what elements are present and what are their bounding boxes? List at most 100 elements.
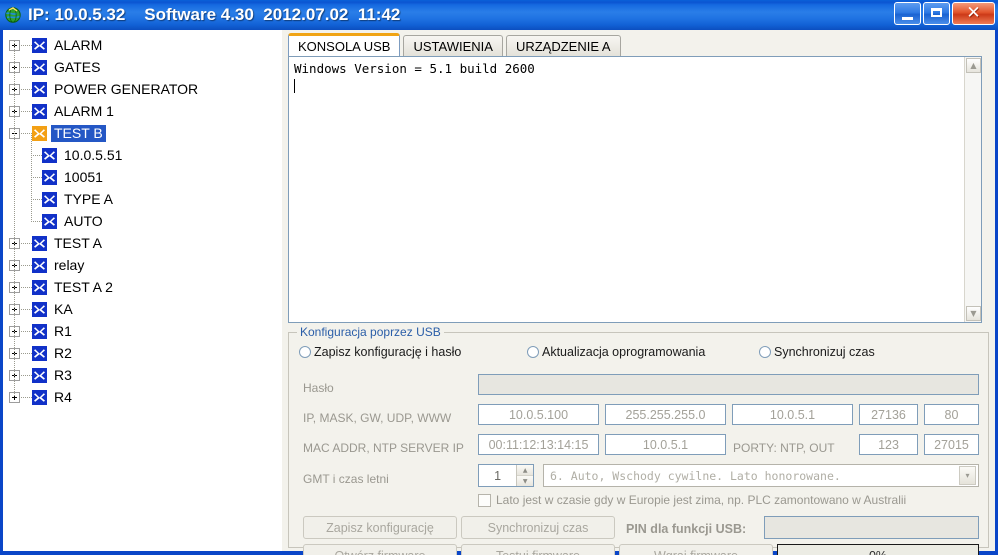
group-title: Konfiguracja poprzez USB bbox=[297, 325, 444, 339]
tree-item-10-0-5-51[interactable]: 10.0.5.51 bbox=[3, 144, 282, 166]
chevron-down-icon[interactable]: ▾ bbox=[959, 466, 976, 485]
maximize-button[interactable] bbox=[923, 2, 950, 25]
tree-item-label: R1 bbox=[54, 322, 72, 339]
tree-item-label: relay bbox=[54, 256, 85, 273]
tab-strip: KONSOLA USB USTAWIENIA URZĄDZENIE A bbox=[288, 33, 621, 57]
window-controls: ✕ bbox=[894, 2, 995, 25]
tree-item-ka[interactable]: KA bbox=[3, 298, 282, 320]
gmt-value[interactable]: 1 bbox=[479, 465, 516, 486]
console-caret bbox=[294, 79, 295, 93]
x-status-icon bbox=[32, 37, 47, 53]
sync-time-button[interactable]: Synchronizuj czas bbox=[461, 516, 615, 539]
gmt-stepper-buttons[interactable]: ▲ ▼ bbox=[516, 465, 533, 486]
southern-hemisphere-checkbox[interactable]: Lato jest w czasie gdy w Europie jest zi… bbox=[478, 493, 906, 507]
device-tree-panel[interactable]: ALARM GATES POWER GENERATOR ALARM 1 TEST B 10… bbox=[3, 30, 282, 551]
tree-connector bbox=[21, 44, 32, 46]
x-status-icon bbox=[32, 279, 47, 295]
radio-label: Zapisz konfigurację i hasło bbox=[314, 345, 462, 359]
tree-item-alarm[interactable]: ALARM bbox=[3, 34, 282, 56]
usb-configuration-group: Konfiguracja poprzez USB Zapisz konfigur… bbox=[288, 325, 989, 555]
tree-item-gates[interactable]: GATES bbox=[3, 56, 282, 78]
radio-sync-time[interactable]: Synchronizuj czas bbox=[759, 345, 875, 359]
gmt-label: GMT i czas letni bbox=[303, 472, 389, 486]
tree-item-auto[interactable]: AUTO bbox=[3, 210, 282, 232]
ip-field[interactable]: 10.0.5.100 bbox=[478, 404, 599, 425]
x-status-icon bbox=[32, 345, 47, 361]
pin-field[interactable] bbox=[764, 516, 979, 539]
open-firmware-button[interactable]: Otwórz firmware bbox=[303, 544, 457, 555]
password-label: Hasło bbox=[303, 381, 334, 395]
network-label: IP, MASK, GW, UDP, WWW bbox=[303, 411, 452, 425]
www-port-field[interactable]: 80 bbox=[924, 404, 979, 425]
globe-icon bbox=[4, 6, 22, 24]
tree-connector bbox=[21, 242, 32, 244]
tree-item-label: TEST A 2 bbox=[54, 278, 113, 295]
tree-item-label: 10051 bbox=[64, 168, 103, 185]
tree-connector bbox=[31, 221, 42, 222]
tree-connector bbox=[31, 199, 42, 200]
x-status-icon bbox=[32, 301, 47, 317]
tree-item-r3[interactable]: R3 bbox=[3, 364, 282, 386]
mask-field[interactable]: 255.255.255.0 bbox=[605, 404, 726, 425]
tree-item-r1[interactable]: R1 bbox=[3, 320, 282, 342]
save-config-button[interactable]: Zapisz konfigurację bbox=[303, 516, 457, 539]
minimize-icon bbox=[902, 17, 913, 20]
x-status-icon bbox=[32, 59, 47, 75]
x-status-icon bbox=[32, 81, 47, 97]
dst-mode-value: 6. Auto, Wschody cywilne. Lato honorowan… bbox=[550, 468, 841, 483]
out-port-field[interactable]: 27015 bbox=[924, 434, 979, 455]
dst-mode-select[interactable]: 6. Auto, Wschody cywilne. Lato honorowan… bbox=[543, 464, 979, 487]
tree-connector bbox=[21, 374, 32, 376]
tab-konsola-usb[interactable]: KONSOLA USB bbox=[288, 33, 401, 57]
x-status-icon bbox=[32, 103, 47, 119]
stepper-down-icon[interactable]: ▼ bbox=[517, 476, 533, 486]
tree-item-10051[interactable]: 10051 bbox=[3, 166, 282, 188]
scroll-down-icon[interactable]: ▼ bbox=[966, 306, 981, 321]
maximize-icon bbox=[931, 8, 942, 17]
password-field[interactable] bbox=[478, 374, 979, 395]
tree-item-alarm-1[interactable]: ALARM 1 bbox=[3, 100, 282, 122]
tree-item-r4[interactable]: R4 bbox=[3, 386, 282, 408]
tree-connector bbox=[21, 88, 32, 90]
scroll-up-icon[interactable]: ▲ bbox=[966, 58, 981, 73]
x-status-icon bbox=[32, 323, 47, 339]
radio-dot-icon bbox=[759, 346, 771, 358]
tab-ustawienia[interactable]: USTAWIENIA bbox=[403, 35, 503, 57]
gateway-field[interactable]: 10.0.5.1 bbox=[732, 404, 853, 425]
tree-connector bbox=[21, 396, 32, 398]
close-icon: ✕ bbox=[966, 3, 981, 23]
radio-firmware-update[interactable]: Aktualizacja oprogramowania bbox=[527, 345, 705, 359]
gmt-stepper[interactable]: 1 ▲ ▼ bbox=[478, 464, 534, 487]
mode-radio-group: Zapisz konfigurację i hasło Aktualizacja… bbox=[299, 345, 979, 363]
tree-item-label: TEST B bbox=[51, 124, 106, 142]
x-status-icon bbox=[32, 235, 47, 251]
ntp-server-ip-field[interactable]: 10.0.5.1 bbox=[605, 434, 726, 455]
tree-item-test-b[interactable]: TEST B bbox=[3, 122, 282, 144]
tree-item-power-generator[interactable]: POWER GENERATOR bbox=[3, 78, 282, 100]
x-status-icon bbox=[32, 257, 47, 273]
test-firmware-button[interactable]: Testuj firmware bbox=[461, 544, 615, 555]
tree-item-test-a[interactable]: TEST A bbox=[3, 232, 282, 254]
tree-item-label: GATES bbox=[54, 58, 101, 75]
udp-port-field[interactable]: 27136 bbox=[859, 404, 918, 425]
tree-item-r2[interactable]: R2 bbox=[3, 342, 282, 364]
tree-item-type-a[interactable]: TYPE A bbox=[3, 188, 282, 210]
mac-address-field[interactable]: 00:11:12:13:14:15 bbox=[478, 434, 599, 455]
tree-connector bbox=[21, 352, 32, 354]
tab-urz-dzenie-a[interactable]: URZĄDZENIE A bbox=[505, 35, 621, 57]
tree-item-relay[interactable]: relay bbox=[3, 254, 282, 276]
radio-dot-icon bbox=[527, 346, 539, 358]
mac-ntp-label: MAC ADDR, NTP SERVER IP bbox=[303, 441, 464, 455]
ntp-port-field[interactable]: 123 bbox=[859, 434, 918, 455]
stepper-up-icon[interactable]: ▲ bbox=[517, 465, 533, 476]
usb-console[interactable]: Windows Version = 5.1 build 2600 ▲ ▼ bbox=[288, 56, 982, 323]
minimize-button[interactable] bbox=[894, 2, 921, 25]
tree-item-test-a-2[interactable]: TEST A 2 bbox=[3, 276, 282, 298]
console-scrollbar[interactable]: ▲ ▼ bbox=[964, 57, 981, 322]
radio-save-config[interactable]: Zapisz konfigurację i hasło bbox=[299, 345, 461, 359]
upload-firmware-button[interactable]: Wgraj firmware bbox=[619, 544, 773, 555]
tree-connector bbox=[21, 66, 32, 68]
close-button[interactable]: ✕ bbox=[952, 2, 995, 25]
tree-item-label: POWER GENERATOR bbox=[54, 80, 199, 97]
x-status-icon bbox=[42, 169, 57, 185]
